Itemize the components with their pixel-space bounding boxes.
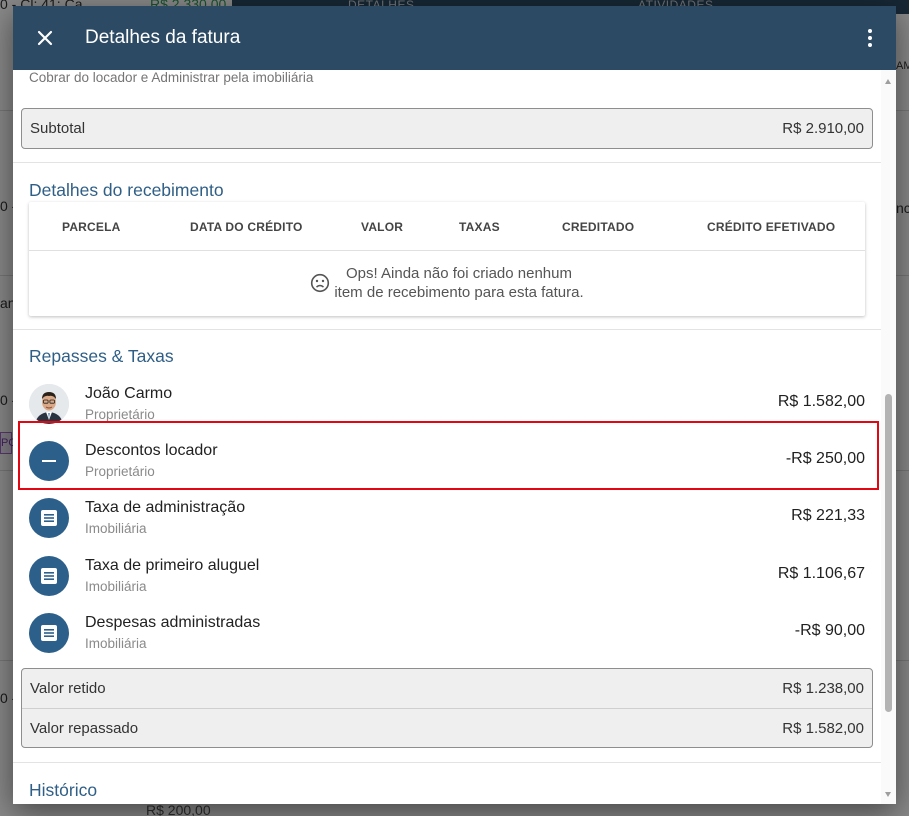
receipt-table: PARCELA DATA DO CRÉDITO VALOR TAXAS CRED… [29,202,865,316]
empty-state: Ops! Ainda não foi criado nenhum item de… [29,264,865,302]
column-header-parcela[interactable]: PARCELA [62,220,121,234]
transfer-role: Imobiliária [85,636,147,651]
sad-face-icon [311,273,330,293]
receipt-icon [41,568,57,584]
item-icon-avatar [29,613,69,653]
transferred-value: R$ 1.582,00 [782,719,864,737]
section-divider [13,162,881,163]
retained-label: Valor retido [30,680,106,697]
transfer-item-taxa-administracao[interactable]: Taxa de administração Imobiliária R$ 221… [29,494,865,546]
dialog-title: Detalhes da fatura [85,27,241,48]
transfer-amount: R$ 1.582,00 [777,393,865,410]
user-avatar [29,384,69,424]
dialog-scrollbar[interactable] [881,70,896,804]
invoice-details-dialog: Detalhes da fatura Cobrar do locador e A… [13,6,896,804]
dialog-header: Detalhes da fatura [13,6,896,70]
more-options-button[interactable] [858,24,882,52]
transfer-role: Imobiliária [85,521,147,536]
more-vert-icon [868,29,872,33]
transfer-name: João Carmo [85,385,173,402]
scroll-up-arrow-icon[interactable] [885,79,891,84]
transferred-label: Valor repassado [30,719,139,737]
column-header-data-credito[interactable]: DATA DO CRÉDITO [190,220,303,234]
column-header-credito-efetivado[interactable]: CRÉDITO EFETIVADO [707,220,835,234]
more-vert-icon-dot [868,43,872,47]
transfer-amount: -R$ 90,00 [794,622,865,639]
more-vert-icon-dot [868,36,872,40]
transfer-amount: R$ 1.106,67 [777,565,865,582]
section-divider [13,329,881,330]
receipt-section-title: Detalhes do recebimento [29,180,224,200]
empty-state-line2: item de recebimento para esta fatura. [334,284,584,301]
column-header-valor[interactable]: VALOR [361,220,403,234]
retained-row: Valor retido R$ 1.238,00 [22,669,872,708]
table-header-divider [29,250,865,251]
empty-state-line1: Ops! Ainda não foi criado nenhum [346,265,572,282]
empty-state-text: Ops! Ainda não foi criado nenhum item de… [334,264,583,302]
transfer-amount: R$ 221,33 [791,507,865,524]
close-icon [37,30,53,46]
transfer-item-despesas-administradas[interactable]: Despesas administradas Imobiliária -R$ 9… [29,609,865,661]
transfer-name: Despesas administradas [85,614,261,631]
receipt-icon [41,625,57,641]
transfer-name: Taxa de administração [85,499,246,516]
transferred-row: Valor repassado R$ 1.582,00 [22,708,872,747]
transfer-role: Proprietário [85,407,155,422]
dialog-body: Cobrar do locador e Administrar pela imo… [13,70,881,804]
scroll-down-arrow-icon[interactable] [885,792,891,797]
subtotal-box: Subtotal R$ 2.910,00 [21,108,873,149]
transfer-role: Imobiliária [85,579,147,594]
billing-note: Cobrar do locador e Administrar pela imo… [29,70,314,85]
highlight-box [18,421,879,490]
receipt-icon [41,510,57,526]
section-divider [13,762,881,763]
transfers-section-title: Repasses & Taxas [29,346,174,366]
subtotal-value: R$ 2.910,00 [782,120,864,137]
item-icon-avatar [29,498,69,538]
retained-value: R$ 1.238,00 [782,680,864,697]
subtotal-label: Subtotal [30,120,86,137]
transfer-item-taxa-primeiro-aluguel[interactable]: Taxa de primeiro aluguel Imobiliária R$ … [29,552,865,604]
transfer-name: Taxa de primeiro aluguel [85,557,260,574]
totals-box: Valor retido R$ 1.238,00 Valor repassado… [21,668,873,748]
history-section-title: Histórico [29,780,98,800]
column-header-creditado[interactable]: CREDITADO [562,220,634,234]
user-photo-icon [29,384,69,424]
scrollbar-thumb[interactable] [885,394,892,712]
subtotal-row: Subtotal R$ 2.910,00 [22,109,872,148]
column-header-taxas[interactable]: TAXAS [459,220,500,234]
item-icon-avatar [29,556,69,596]
close-button[interactable] [31,24,59,52]
